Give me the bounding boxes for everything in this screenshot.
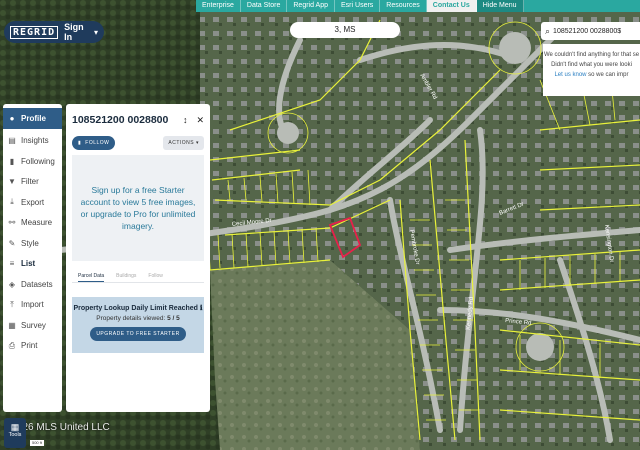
chart-icon: ▤ <box>8 136 16 146</box>
nav-esri-users[interactable]: Esri Users <box>335 0 381 12</box>
panel-tabs: Parcel Data Buildings Follow <box>66 261 210 282</box>
printer-icon: ⎙ <box>8 340 16 350</box>
list-icon: ≡ <box>9 259 15 269</box>
sidebar-item-profile[interactable]: ● Profile <box>3 108 62 129</box>
layers-icon: ◈ <box>8 279 16 289</box>
tools-label: Tools <box>8 432 22 438</box>
sidebar-item-label: Import <box>21 300 44 310</box>
nav-resources[interactable]: Resources <box>380 0 427 12</box>
nav-regrid-app[interactable]: Regrid App <box>287 0 336 12</box>
panel-header: 108521200 0028800 ↕ ✕ <box>66 104 210 126</box>
sidebar-item-export[interactable]: ⤓ Export <box>3 192 62 213</box>
upload-icon: ⤒ <box>10 299 14 309</box>
sidebar-item-filter[interactable]: ▼ Filter <box>3 172 62 193</box>
feedback-prompt: Didn't find what you were looki <box>551 62 632 68</box>
sign-in-button[interactable]: Sign In <box>64 22 88 42</box>
tab-divider <box>72 282 204 283</box>
sidebar-item-label: List <box>21 259 36 269</box>
search-box[interactable]: ⌕ <box>541 22 640 40</box>
tab-follow[interactable]: Follow <box>148 273 162 282</box>
upgrade-button[interactable]: UPGRADE TO FREE STARTER <box>90 327 186 341</box>
sidebar-item-insights[interactable]: ▤ Insights <box>3 131 62 152</box>
ruler-icon: ⚯ <box>8 218 16 228</box>
sidebar-item-label: Print <box>21 341 38 351</box>
sidebar-item-import[interactable]: ⤒ Import <box>3 295 62 316</box>
parcel-panel: 108521200 0028800 ↕ ✕ ▮ FOLLOW ACTIONS ▾ … <box>66 104 210 412</box>
sidebar-item-label: Datasets <box>21 279 53 289</box>
filter-icon: ▼ <box>8 177 16 187</box>
nav-data-store[interactable]: Data Store <box>241 0 288 12</box>
sidebar-item-print[interactable]: ⎙ Print <box>3 336 62 357</box>
sidebar-item-following[interactable]: ▮ Following <box>3 151 62 172</box>
feedback-line: Let us know so we can impr <box>554 72 629 78</box>
sidebar-item-datasets[interactable]: ◈ Datasets <box>3 274 62 295</box>
regrid-logo[interactable]: REGRID <box>10 25 59 39</box>
sidebar-item-label: Measure <box>21 218 53 228</box>
chevron-down-icon[interactable]: ▾ <box>94 28 98 37</box>
limit-count: Property details viewed: 5 / 5 <box>96 315 180 322</box>
nav-hide-menu[interactable]: Hide Menu <box>476 0 524 12</box>
sidebar-item-label: Survey <box>21 320 46 330</box>
download-icon: ⤓ <box>10 197 14 207</box>
no-results-message: We couldn't find anything for that se <box>543 52 640 58</box>
brand-pill[interactable]: REGRID Sign In ▾ <box>4 21 104 43</box>
tools-button[interactable]: ▦ Tools <box>4 418 26 448</box>
sidebar-item-label: Export <box>21 197 45 207</box>
nav-contact-us[interactable]: Contact Us <box>426 0 477 12</box>
imagery-upsell[interactable]: Sign up for a free Starter account to vi… <box>72 155 204 261</box>
sidebar-item-label: Profile <box>21 113 46 123</box>
limit-title: Property Lookup Daily Limit Reached ℹ <box>73 305 203 312</box>
clipboard-icon: ▦ <box>8 320 16 330</box>
close-icon[interactable]: ✕ <box>196 115 204 126</box>
person-icon: ● <box>9 113 15 123</box>
location-pill[interactable]: 3, MS <box>290 22 400 38</box>
sidebar-item-list[interactable]: ≡ List <box>3 254 62 275</box>
sidebar-item-measure[interactable]: ⚯ Measure <box>3 213 62 234</box>
sidebar-item-label: Style <box>21 238 39 248</box>
sidebar-item-style[interactable]: ✎ Style <box>3 233 62 254</box>
nav-enterprise[interactable]: Enterprise <box>196 0 241 12</box>
search-results-dropdown: We couldn't find anything for that se Di… <box>543 44 640 96</box>
follow-button[interactable]: ▮ FOLLOW <box>72 136 116 150</box>
imagery-upsell-text: Sign up for a free Starter account to vi… <box>80 185 196 231</box>
parcel-id-title: 108521200 0028800 <box>72 114 169 126</box>
info-icon[interactable]: ℹ <box>200 305 203 312</box>
tab-parcel-data[interactable]: Parcel Data <box>78 273 105 282</box>
left-sidebar: ● Profile ▤ Insights ▮ Following ▼ Filter ⤓ E… <box>3 104 62 412</box>
top-nav: Enterprise Data Store Regrid App Esri Us… <box>196 0 640 12</box>
limit-reached-box: Property Lookup Daily Limit Reached ℹ Pr… <box>72 297 204 353</box>
search-icon: ⌕ <box>545 25 551 36</box>
bookmark-icon: ▮ <box>9 156 15 166</box>
sidebar-item-survey[interactable]: ▦ Survey <box>3 315 62 336</box>
actions-dropdown[interactable]: ACTIONS ▾ <box>163 136 204 150</box>
brush-icon: ✎ <box>8 238 16 248</box>
let-us-know-link[interactable]: Let us know <box>554 72 586 78</box>
search-input[interactable] <box>553 27 638 35</box>
sidebar-item-label: Following <box>21 156 55 166</box>
scale-bar: 500 ft <box>30 440 44 446</box>
sidebar-item-label: Filter <box>21 177 39 187</box>
bookmark-icon: ▮ <box>78 140 82 146</box>
resize-icon[interactable]: ↕ <box>183 115 188 126</box>
panel-actions: ▮ FOLLOW ACTIONS ▾ <box>66 126 210 150</box>
sidebar-item-label: Insights <box>21 136 49 146</box>
tab-buildings[interactable]: Buildings <box>116 273 136 282</box>
grid-icon: ▦ <box>10 422 20 432</box>
